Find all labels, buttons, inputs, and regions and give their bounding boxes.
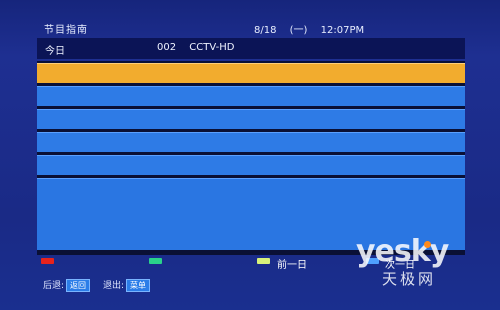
exit-hint-label: 退出: (103, 281, 125, 291)
time-text: 12:07PM (320, 25, 365, 36)
tv-screen: 节目指南 8/18 (一) 12:07PM 今日 002 CCTV-HD 前一日… (0, 0, 500, 310)
date-text: 8/18 (254, 25, 277, 36)
day-label: 今日 (45, 46, 65, 57)
program-row[interactable] (37, 132, 465, 152)
red-key-icon[interactable] (41, 258, 54, 264)
channel-bar: 今日 002 CCTV-HD (37, 38, 465, 59)
watermark-dot-icon (424, 241, 431, 248)
menu-button[interactable]: 菜单 (126, 279, 151, 292)
back-hint: 后退: 返回 (43, 278, 91, 292)
yellow-key-icon[interactable] (257, 258, 270, 264)
program-row[interactable] (37, 155, 465, 175)
yesky-watermark-logo: yesky 天极网 (356, 234, 476, 290)
program-row[interactable] (37, 86, 465, 106)
watermark-brand: yesky (356, 234, 449, 269)
previous-day-label[interactable]: 前一日 (277, 256, 307, 271)
header: 节目指南 8/18 (一) 12:07PM (0, 0, 500, 38)
channel-info: 002 CCTV-HD (157, 42, 234, 53)
channel-name: CCTV-HD (189, 42, 235, 53)
program-row[interactable] (37, 109, 465, 129)
channel-number: 002 (157, 42, 177, 53)
program-row-selected[interactable] (37, 63, 465, 83)
watermark-sub: 天极网 (382, 270, 437, 288)
page-title: 节目指南 (44, 25, 88, 36)
back-hint-label: 后退: (43, 281, 65, 291)
exit-hint: 退出: 菜单 (103, 278, 151, 292)
date-time: 8/18 (一) 12:07PM (254, 21, 374, 36)
return-button[interactable]: 返回 (66, 279, 91, 292)
green-key-icon[interactable] (149, 258, 162, 264)
program-guide-list (37, 61, 465, 255)
weekday-text: (一) (289, 25, 308, 36)
